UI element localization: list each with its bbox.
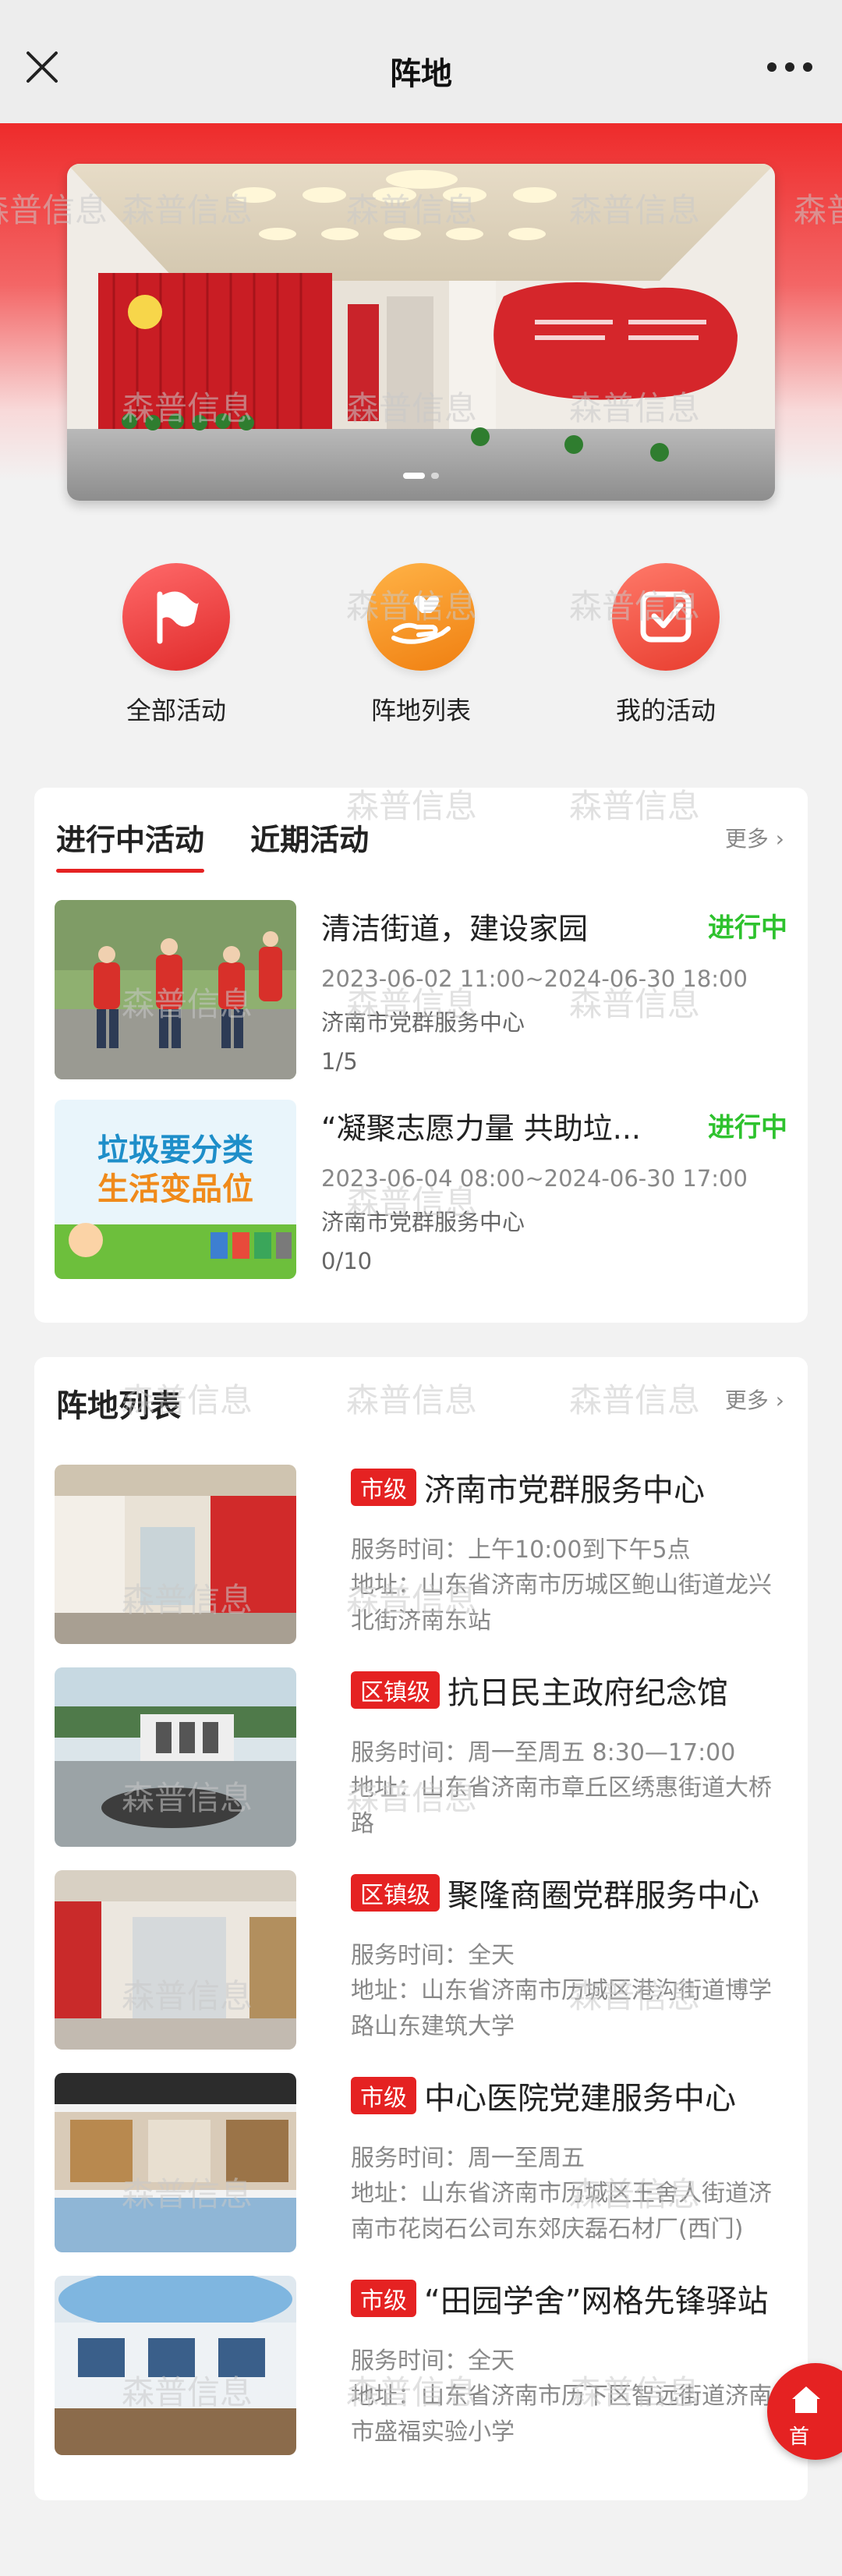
activity-place: 济南市党群服务中心: [321, 1209, 525, 1235]
position-address: 地址：山东省济南市历城区鲍山街道龙兴北街济南东站: [351, 1571, 772, 1635]
position-hours: 服务时间：周一至周五: [351, 2145, 585, 2172]
position-name: 抗日民主政府纪念馆: [448, 1675, 728, 1711]
level-badge: 市级: [351, 2077, 416, 2114]
flag-icon: [122, 563, 230, 671]
tab-recent-activities[interactable]: 近期活动: [250, 816, 369, 873]
carousel-dot-active[interactable]: [403, 473, 425, 479]
position-hours: 服务时间：全天: [351, 1942, 515, 1969]
banner-carousel[interactable]: [67, 164, 775, 501]
position-address: 地址：山东省济南市历城区港沟街道博学路山东建筑大学: [351, 1977, 772, 2040]
hand-heart-icon: [367, 563, 475, 671]
activity-thumbnail: [55, 900, 296, 1079]
activities-card: 进行中活动 近期活动 更多 › 清洁街道，建设家园 进行中 2023-06-02…: [34, 788, 808, 1323]
quick-my-activities[interactable]: 我的活动: [572, 563, 759, 727]
position-hours: 服务时间：周一至周五 8:30—17:00: [351, 1739, 736, 1766]
position-item[interactable]: 区镇级 聚隆商圈党群服务中心 服务时间：全天 地址：山东省济南市历城区港沟街道博学…: [55, 1870, 787, 2051]
more-label: 更多: [724, 826, 769, 852]
position-name: 聚隆商圈党群服务中心: [448, 1878, 759, 1914]
chevron-right-icon: ›: [775, 826, 784, 852]
activity-count: 0/10: [321, 1248, 373, 1274]
level-badge: 区镇级: [351, 1671, 440, 1709]
position-title-line: 市级 济南市党群服务中心: [351, 1465, 787, 1510]
page: 阵地 全部活动 阵地列表 我的活动 进行中活动 近期活动 更多 › 清洁街道，建…: [0, 0, 842, 2576]
quick-entries: 全部活动 阵地列表 我的活动: [0, 563, 842, 742]
position-item[interactable]: 市级 “田园学舍”网格先锋驿站 服务时间：全天 地址：山东省济南市历下区智远街道济…: [55, 2276, 787, 2457]
nav-bar: 阵地: [0, 0, 842, 123]
position-name: 中心医院党建服务中心: [424, 2081, 736, 2117]
activity-place: 济南市党群服务中心: [321, 1009, 525, 1036]
image-caption: 生活变品位: [97, 1171, 253, 1207]
section-title: 阵地列表: [56, 1388, 181, 1424]
more-options-icon[interactable]: [766, 58, 814, 76]
quick-label: 阵地列表: [370, 696, 471, 725]
floating-home-label: 首: [789, 2425, 810, 2449]
chevron-right-icon: ›: [775, 1387, 784, 1413]
activity-title: 清洁街道，建设家园: [321, 912, 589, 946]
position-address: 地址：山东省济南市历下区智远街道济南市盛福实验小学: [351, 2383, 772, 2446]
level-badge: 区镇级: [351, 1874, 440, 1912]
position-hours: 服务时间：全天: [351, 2347, 515, 2375]
position-address: 地址：山东省济南市历城区王舍人街道济南市花岗石公司东郊庆磊石材厂(西门): [351, 2180, 772, 2243]
activity-item[interactable]: 垃圾要分类 生活变品位 “凝聚志愿力量 共助垃... 进行中 2023-06-0…: [55, 1100, 787, 1281]
status-badge: 进行中: [708, 1112, 787, 1143]
home-icon: [792, 2386, 820, 2413]
position-item[interactable]: 市级 中心医院党建服务中心 服务时间：周一至周五 地址：山东省济南市历城区王舍人街…: [55, 2073, 787, 2254]
page-title: 阵地: [390, 56, 452, 92]
position-title-line: 区镇级 抗日民主政府纪念馆: [351, 1667, 787, 1713]
activity-count: 1/5: [321, 1048, 358, 1075]
image-caption: 垃圾要分类: [97, 1132, 253, 1168]
position-thumbnail: [55, 2073, 296, 2252]
position-name: 济南市党群服务中心: [424, 1472, 705, 1508]
position-thumbnail: [55, 1870, 296, 2050]
status-badge: 进行中: [708, 912, 787, 944]
position-item[interactable]: 市级 济南市党群服务中心 服务时间：上午10:00到下午5点 地址：山东省济南市历…: [55, 1465, 787, 1646]
positions-more-link[interactable]: 更多 ›: [725, 1384, 784, 1415]
banner-image: [67, 164, 775, 501]
quick-label: 全部活动: [126, 696, 226, 725]
level-badge: 市级: [351, 1469, 416, 1506]
position-title-line: 区镇级 聚隆商圈党群服务中心: [351, 1870, 787, 1915]
activity-title: “凝聚志愿力量 共助垃...: [321, 1111, 642, 1146]
positions-card: 阵地列表 更多 › 市级济南市党群服务中心 服务时间：上午10:00到下午5点: [34, 1357, 808, 2500]
quick-all-activities[interactable]: 全部活动: [83, 563, 270, 727]
position-name: “田园学舍”网格先锋驿站: [424, 2284, 769, 2319]
position-item[interactable]: 区镇级 抗日民主政府纪念馆 服务时间：周一至周五 8:30—17:00 地址：山东…: [55, 1667, 787, 1848]
carousel-dot[interactable]: [431, 473, 439, 479]
quick-position-list[interactable]: 阵地列表: [327, 563, 515, 727]
position-hours: 服务时间：上午10:00到下午5点: [351, 1536, 691, 1564]
more-label: 更多: [724, 1387, 769, 1413]
tab-ongoing-activities[interactable]: 进行中活动: [56, 816, 205, 873]
activity-time: 2023-06-04 08:00~2024-06-30 17:00: [321, 1165, 748, 1192]
carousel-dots: [67, 467, 775, 482]
activities-more-link[interactable]: 更多 ›: [725, 822, 784, 853]
position-thumbnail: [55, 1465, 296, 1644]
position-address: 地址：山东省济南市章丘区绣惠街道大桥路: [351, 1774, 772, 1837]
activity-tabs: 进行中活动 近期活动: [56, 816, 411, 873]
activity-item[interactable]: 清洁街道，建设家园 进行中 2023-06-02 11:00~2024-06-3…: [55, 900, 787, 1081]
position-thumbnail: [55, 2276, 296, 2455]
activity-time: 2023-06-02 11:00~2024-06-30 18:00: [321, 966, 748, 992]
activity-thumbnail: 垃圾要分类 生活变品位: [55, 1100, 296, 1279]
level-badge: 市级: [351, 2280, 416, 2317]
position-title-line: 市级 “田园学舍”网格先锋驿站: [351, 2276, 787, 2321]
quick-label: 我的活动: [615, 696, 716, 725]
checkbox-icon: [612, 563, 720, 671]
position-thumbnail: [55, 1667, 296, 1847]
position-title-line: 市级 中心医院党建服务中心: [351, 2073, 787, 2118]
